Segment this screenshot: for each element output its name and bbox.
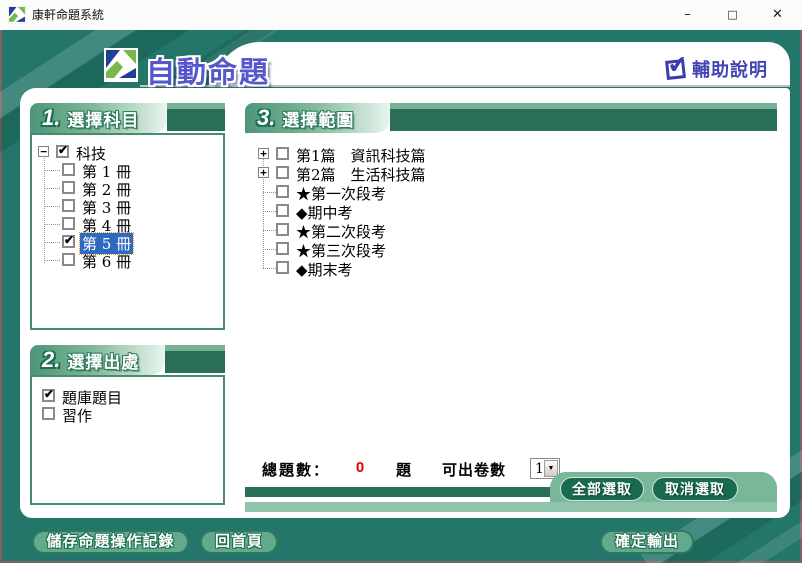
page-title: 自動命題 xyxy=(146,49,270,91)
tree-row: ◆期末考 xyxy=(245,259,785,277)
exam1-checkbox[interactable] xyxy=(276,185,289,198)
section3-number: 3. xyxy=(257,105,275,131)
tree-label[interactable]: ★第三次段考 xyxy=(296,240,386,261)
collapse-toggle[interactable]: − xyxy=(38,146,49,157)
window-title: 康軒命題系統 xyxy=(32,0,104,30)
volume1-checkbox[interactable] xyxy=(62,163,75,176)
tree-row: + 第1篇 資訊科技篇 xyxy=(245,145,785,163)
deselect-button[interactable]: 取消選取 xyxy=(652,477,738,501)
volume4-checkbox[interactable] xyxy=(62,217,75,230)
expand-toggle[interactable]: + xyxy=(258,167,269,178)
section1-header: 1. 選擇科目 xyxy=(30,103,167,133)
section3-strip-dark xyxy=(390,109,777,131)
volume3-checkbox[interactable] xyxy=(62,199,75,212)
kangxuan-logo-icon xyxy=(8,6,26,24)
tree-row: 第 6 冊 xyxy=(32,251,223,269)
final-checkbox[interactable] xyxy=(276,261,289,274)
tree-connector xyxy=(263,268,276,269)
tree-label[interactable]: 第 6 冊 xyxy=(82,251,131,272)
midterm-checkbox[interactable] xyxy=(276,204,289,217)
tree-label[interactable]: ★第一次段考 xyxy=(296,183,386,204)
home-button[interactable]: 回首頁 xyxy=(200,530,278,554)
application-window: 康軒命題系統 – □ ✕ 自動命題 ✔ 輔助說明 xyxy=(0,0,802,563)
tree-connector xyxy=(44,260,60,261)
total-count-label: 總題數： xyxy=(262,459,330,480)
workbook-checkbox[interactable] xyxy=(42,407,55,420)
subject-root-checkbox[interactable]: ✔ xyxy=(56,145,69,158)
source-list: ✔ 題庫題目 習作 xyxy=(32,377,223,503)
volume5-checkbox[interactable]: ✔ xyxy=(62,235,75,248)
section3-title: 選擇範圍 xyxy=(282,106,354,131)
main-panel: 1. 選擇科目 − ✔ 科技 xyxy=(20,88,790,518)
app-background: 自動命題 ✔ 輔助說明 1. 選擇科目 − ✔ 科技 xyxy=(0,30,802,563)
list-item: ✔ 題庫題目 xyxy=(32,387,223,405)
section2-number: 2. xyxy=(42,347,60,373)
papers-label: 可出卷數 xyxy=(442,459,506,480)
subject-box: − ✔ 科技 第 1 冊 第 2 冊 xyxy=(30,133,225,330)
minimize-button[interactable]: – xyxy=(665,0,710,30)
tree-row: − ✔ 科技 xyxy=(32,143,223,161)
confirm-output-button[interactable]: 確定輸出 xyxy=(600,530,694,554)
section1-strip-dark xyxy=(167,109,225,131)
section2-strip-dark xyxy=(165,351,225,373)
tree-label[interactable]: ★第二次段考 xyxy=(296,221,386,242)
select-all-button[interactable]: 全部選取 xyxy=(560,477,644,501)
tree-connector xyxy=(44,206,60,207)
tree-row: 第 3 冊 xyxy=(32,197,223,215)
help-check-icon: ✔ xyxy=(665,59,686,80)
tree-connector xyxy=(44,188,60,189)
expand-toggle[interactable]: + xyxy=(258,148,269,159)
kangxuan-logo-icon xyxy=(104,48,138,82)
tree-row: ★第三次段考 xyxy=(245,240,785,258)
part1-checkbox[interactable] xyxy=(276,147,289,160)
tree-connector xyxy=(44,242,60,243)
exam3-checkbox[interactable] xyxy=(276,242,289,255)
tree-label[interactable]: 第1篇 資訊科技篇 xyxy=(296,145,426,166)
papers-select-value: 1 xyxy=(535,461,544,477)
total-count-value: 0 xyxy=(340,459,380,476)
tree-row: ★第二次段考 xyxy=(245,221,785,239)
source-label[interactable]: 習作 xyxy=(62,405,92,426)
tree-row: 第 4 冊 xyxy=(32,215,223,233)
tree-connector xyxy=(44,170,60,171)
section3-header: 3. 選擇範圍 xyxy=(245,103,390,133)
range-tree: + 第1篇 資訊科技篇 + 第2篇 生活科技篇 ★第一次段考 xyxy=(245,145,785,285)
section1-number: 1. xyxy=(42,105,60,131)
tree-connector xyxy=(263,249,276,250)
exam2-checkbox[interactable] xyxy=(276,223,289,236)
tree-row: + 第2篇 生活科技篇 xyxy=(245,164,785,182)
source-box: ✔ 題庫題目 習作 xyxy=(30,375,225,505)
save-log-button[interactable]: 儲存命題操作記錄 xyxy=(32,530,189,554)
bank-questions-checkbox[interactable]: ✔ xyxy=(42,389,55,402)
tree-connector xyxy=(263,192,276,193)
help-label: 輔助說明 xyxy=(692,56,768,82)
part2-checkbox[interactable] xyxy=(276,166,289,179)
section2-header: 2. 選擇出處 xyxy=(30,345,165,375)
tree-row: ✔ 第 5 冊 xyxy=(32,233,223,251)
tree-row: ◆期中考 xyxy=(245,202,785,220)
help-button[interactable]: ✔ 輔助說明 xyxy=(666,56,768,82)
tree-connector xyxy=(263,230,276,231)
list-item: 習作 xyxy=(32,405,223,423)
tree-label[interactable]: ◆期中考 xyxy=(296,202,353,223)
volume2-checkbox[interactable] xyxy=(62,181,75,194)
tree-row: ★第一次段考 xyxy=(245,183,785,201)
close-button[interactable]: ✕ xyxy=(755,0,800,30)
titlebar: 康軒命題系統 – □ ✕ xyxy=(0,0,802,30)
tree-row: 第 2 冊 xyxy=(32,179,223,197)
maximize-button[interactable]: □ xyxy=(710,0,755,30)
section2-title: 選擇出處 xyxy=(67,348,139,373)
tree-row: 第 1 冊 xyxy=(32,161,223,179)
subject-tree: − ✔ 科技 第 1 冊 第 2 冊 xyxy=(32,135,223,328)
section1-title: 選擇科目 xyxy=(67,106,139,131)
total-count-unit: 題 xyxy=(396,459,411,480)
range-bottom-strip xyxy=(245,502,777,512)
volume6-checkbox[interactable] xyxy=(62,253,75,266)
tree-label[interactable]: 第2篇 生活科技篇 xyxy=(296,164,426,185)
tree-label[interactable]: ◆期末考 xyxy=(296,259,353,280)
tree-connector xyxy=(263,211,276,212)
tree-connector xyxy=(44,224,60,225)
